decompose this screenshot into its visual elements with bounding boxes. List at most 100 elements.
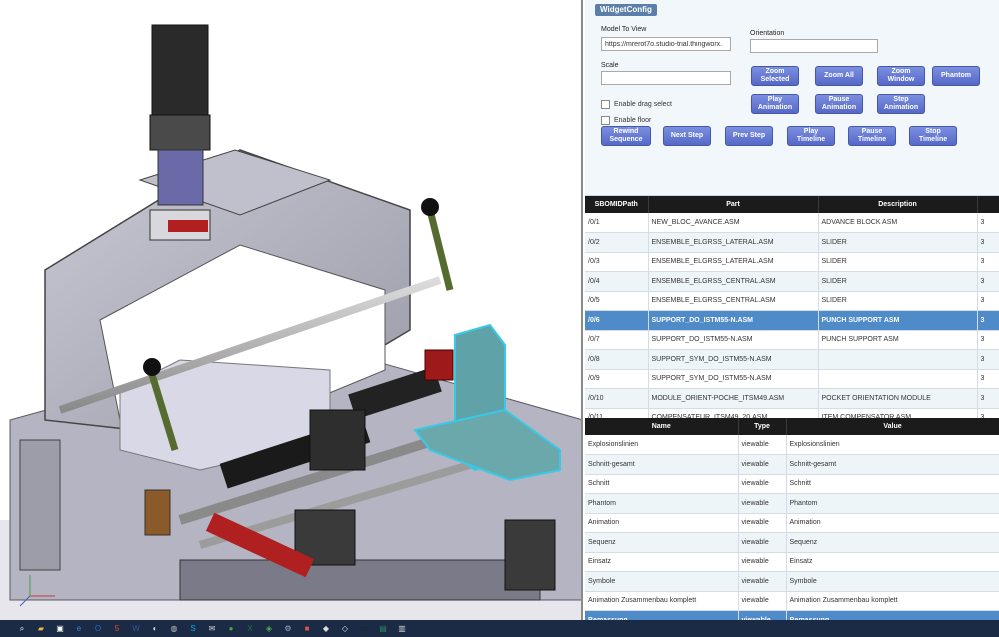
widget-config-panel: WidgetConfig Model To View Orientation S… xyxy=(585,0,999,196)
zoom-selected-button[interactable]: Zoom Selected xyxy=(751,66,799,86)
table-row[interactable]: /0/2 ENSEMBLE_ELGRSS_LATERAL.ASM SLIDER 3 xyxy=(585,232,999,253)
views-cell: Symbole xyxy=(585,571,739,592)
table-row[interactable]: /0/11 COMPENSATEUR_ITSM49_20.ASM ITEM COMP… xyxy=(585,408,999,418)
edge-icon[interactable]: e xyxy=(73,623,85,635)
bom-cell: /0/2 xyxy=(585,232,649,253)
app-icon[interactable]: ■ xyxy=(301,623,313,635)
views-cell: Phantom xyxy=(786,493,999,514)
bom-table-body: /0/1 NEW_BLOC_AVANCE.ASM ADVANCE BLOCK ASM… xyxy=(585,213,999,418)
views-cell: Sequenz xyxy=(585,532,739,553)
zoom-all-button[interactable]: Zoom All xyxy=(815,66,863,86)
bom-cell: /0/5 xyxy=(585,291,649,311)
views-cell: viewable xyxy=(738,591,787,611)
table-row[interactable]: Animation viewable Animation xyxy=(585,513,999,533)
phantom-button[interactable]: Phantom xyxy=(932,66,980,86)
pause-animation-button[interactable]: Pause Animation xyxy=(815,94,863,114)
notepad-icon[interactable]: ▥ xyxy=(396,623,408,635)
views-cell: viewable xyxy=(738,474,787,494)
cube-icon[interactable]: ◇ xyxy=(339,623,351,635)
xbox-icon[interactable]: ◈ xyxy=(263,623,275,635)
bom-cell: POCKET ORIENTATION MODULE xyxy=(818,388,978,409)
step-animation-button[interactable]: Step Animation xyxy=(877,94,925,114)
image-icon[interactable]: ▤ xyxy=(377,623,389,635)
store-icon[interactable]: ▣ xyxy=(54,623,66,635)
mail-icon[interactable]: ✉ xyxy=(206,623,218,635)
play-timeline-button[interactable]: Play Timeline xyxy=(787,126,835,146)
html5-icon[interactable]: 5 xyxy=(111,623,123,635)
folder-icon[interactable]: ▰ xyxy=(35,623,47,635)
table-row[interactable]: /0/8 SUPPORT_SYM_DO_ISTM55-N.ASM 3 xyxy=(585,349,999,370)
views-cell: viewable xyxy=(738,493,787,514)
gear-icon[interactable]: ⚙ xyxy=(282,623,294,635)
table-row[interactable]: Schnitt viewable Schnitt xyxy=(585,474,999,494)
bom-cell: 3 xyxy=(977,349,999,370)
scale-input[interactable] xyxy=(601,71,731,85)
table-row[interactable]: /0/7 SUPPORT_DO_ISTM55-N.ASM PUNCH SUPPORT… xyxy=(585,330,999,350)
views-cell: Phantom xyxy=(585,493,739,514)
pause-timeline-button[interactable]: Pause Timeline xyxy=(848,126,896,146)
column-header-type[interactable]: Type xyxy=(738,418,787,435)
model-to-view-input[interactable] xyxy=(601,37,731,51)
column-header-sbomidpath[interactable]: SBOMIDPath xyxy=(585,196,649,213)
table-row[interactable]: /0/4 ENSEMBLE_ELGRSS_CENTRAL.ASM SLIDER 3 xyxy=(585,271,999,292)
bom-cell: PUNCH SUPPORT ASM xyxy=(818,310,978,331)
next-step-button[interactable]: Next Step xyxy=(663,126,711,146)
views-cell: Animation xyxy=(585,513,739,533)
rewind-sequence-button[interactable]: Rewind Sequence xyxy=(601,126,651,146)
outlook-icon[interactable]: O xyxy=(92,623,104,635)
bom-cell: COMPENSATEUR_ITSM49_20.ASM xyxy=(648,408,819,418)
table-row[interactable]: Explosionslinien viewable Explosionslinien xyxy=(585,435,999,455)
chrome-icon[interactable]: ● xyxy=(225,623,237,635)
table-row[interactable]: Symbole viewable Symbole xyxy=(585,571,999,592)
views-cell: Animation xyxy=(786,513,999,533)
column-header-description[interactable]: Description xyxy=(818,196,978,213)
bom-table: SBOMIDPath Part Description /0/1 NEW_BLOC… xyxy=(585,196,999,418)
table-row[interactable]: Animation Zusammenbau komplett viewable An… xyxy=(585,591,999,611)
stop-timeline-button[interactable]: Stop Timeline xyxy=(909,126,957,146)
column-header-name[interactable]: Name xyxy=(585,418,739,435)
search-icon[interactable]: ⌕ xyxy=(16,623,28,635)
model-to-view-label: Model To View xyxy=(601,26,647,33)
bom-cell: /0/4 xyxy=(585,271,649,292)
model-render[interactable] xyxy=(0,0,583,620)
table-row[interactable]: BemassungviewableBemassung xyxy=(585,610,999,620)
table-row[interactable]: Schnitt-gesamt viewable Schnitt-gesamt xyxy=(585,454,999,475)
windows-taskbar: ⌕ ▰ ▣ e O 5 W ◐ ◍ S ✉ ● X ◈ ⚙ ■ ◆ ◇ ▭ ▤ ▥ xyxy=(0,620,999,637)
table-row[interactable]: /0/1 NEW_BLOC_AVANCE.ASM ADVANCE BLOCK ASM… xyxy=(585,213,999,233)
column-header-extra[interactable] xyxy=(977,196,999,213)
orientation-input[interactable] xyxy=(750,39,878,53)
checkbox-box[interactable] xyxy=(601,100,610,109)
table-row[interactable]: Sequenz viewable Sequenz xyxy=(585,532,999,553)
word-icon[interactable]: W xyxy=(130,623,142,635)
prev-step-button[interactable]: Prev Step xyxy=(725,126,773,146)
enable-drag-select-checkbox[interactable]: Enable drag select xyxy=(601,100,672,109)
checkbox-box[interactable] xyxy=(601,116,610,125)
settings-icon[interactable]: ◍ xyxy=(168,623,180,635)
column-header-part[interactable]: Part xyxy=(648,196,819,213)
bom-cell: 3 xyxy=(977,213,999,233)
zoom-window-button[interactable]: Zoom Window xyxy=(877,66,925,86)
table-row[interactable]: /0/3 ENSEMBLE_ELGRSS_LATERAL.ASM SLIDER 3 xyxy=(585,252,999,272)
table-row[interactable]: /0/10 MODULE_ORIENT-POCHE_ITSM49.ASM POCKE… xyxy=(585,388,999,409)
table-row[interactable]: /0/9 SUPPORT_SYM_DO_ISTM55-N.ASM 3 xyxy=(585,369,999,389)
3d-viewport[interactable] xyxy=(0,0,583,620)
table-row[interactable]: /0/5 ENSEMBLE_ELGRSS_CENTRAL.ASM SLIDER 3 xyxy=(585,291,999,311)
bom-cell: /0/10 xyxy=(585,388,649,409)
skype-icon[interactable]: S xyxy=(187,623,199,635)
bom-cell: 3 xyxy=(977,388,999,409)
views-cell: viewable xyxy=(738,552,787,572)
unity-icon[interactable]: ◆ xyxy=(320,623,332,635)
views-cell: Schnitt xyxy=(786,474,999,494)
table-row[interactable]: Phantom viewable Phantom xyxy=(585,493,999,514)
views-cell: viewable xyxy=(738,610,787,620)
chat-icon[interactable]: ◐ xyxy=(149,623,161,635)
enable-floor-checkbox[interactable]: Enable floor xyxy=(601,116,651,125)
table-row[interactable]: /0/6 SUPPORT_DO_ISTM55-N.ASM PUNCH SUPPORT… xyxy=(585,310,999,331)
excel-icon[interactable]: X xyxy=(244,623,256,635)
play-animation-button[interactable]: Play Animation xyxy=(751,94,799,114)
bom-cell: /0/7 xyxy=(585,330,649,350)
table-row[interactable]: Einsatz viewable Einsatz xyxy=(585,552,999,572)
terminal-icon[interactable]: ▭ xyxy=(358,623,370,635)
bom-cell: ENSEMBLE_ELGRSS_LATERAL.ASM xyxy=(648,232,819,253)
column-header-value[interactable]: Value xyxy=(786,418,999,435)
